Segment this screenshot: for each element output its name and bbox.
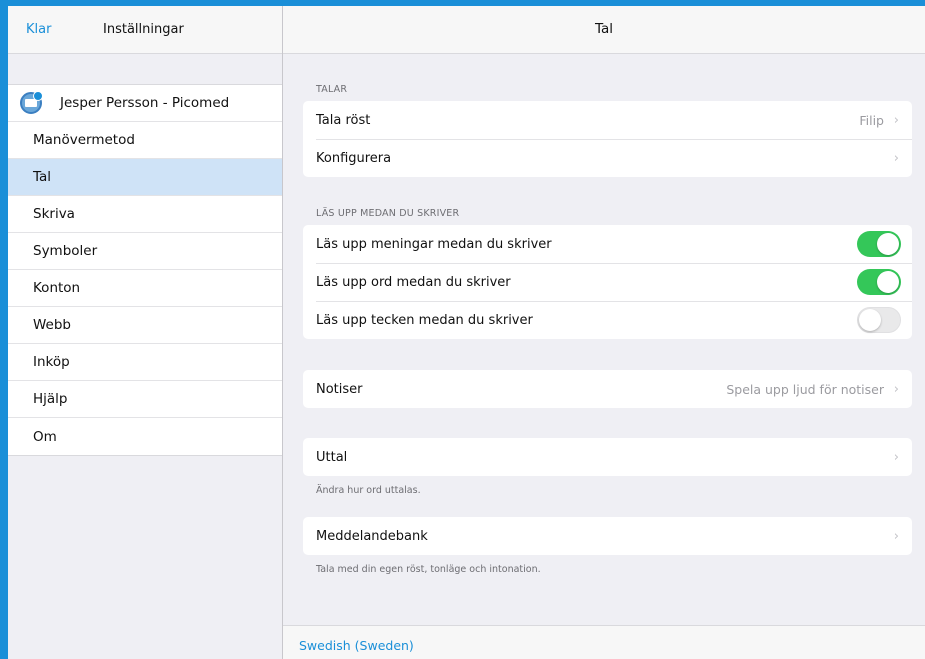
sidebar-item-label: Skriva: [33, 206, 75, 222]
toggle-knob: [877, 271, 899, 293]
sidebar-item-tal[interactable]: Tal: [8, 159, 282, 196]
sidebar-item-label: Tal: [33, 169, 52, 185]
voice-value: Filip: [859, 112, 884, 128]
sidebar-item-inkop[interactable]: Inköp: [8, 344, 282, 381]
chevron-right-icon: ›: [893, 112, 899, 128]
read-aloud-group: Läs upp meningar medan du skriver Läs up…: [303, 225, 912, 339]
sidebar-header: Klar Inställningar: [8, 6, 282, 54]
read-sentences-toggle[interactable]: [857, 231, 901, 257]
sidebar-item-om[interactable]: Om: [8, 418, 282, 455]
read-words-label: Läs upp ord medan du skriver: [316, 274, 511, 290]
settings-window: Klar Inställningar Jesper Persson - Pico…: [8, 6, 925, 659]
pronunciation-row[interactable]: Uttal ›: [303, 438, 912, 476]
notifications-value: Spela upp ljud för notiser: [726, 381, 884, 397]
chevron-right-icon: ›: [893, 150, 899, 166]
message-bank-row[interactable]: Meddelandebank ›: [303, 517, 912, 555]
pronunciation-group: Uttal ›: [303, 438, 912, 476]
sidebar-item-label: Inköp: [33, 354, 70, 370]
notifications-label: Notiser: [316, 381, 363, 397]
voice-label: Tala röst: [316, 112, 371, 128]
sidebar-item-webb[interactable]: Webb: [8, 307, 282, 344]
section-header-read-aloud: LÄS UPP MEDAN DU SKRIVER: [316, 208, 460, 219]
read-chars-label: Läs upp tecken medan du skriver: [316, 312, 533, 328]
account-name: Jesper Persson - Picomed: [60, 95, 230, 111]
message-bank-group: Meddelandebank ›: [303, 517, 912, 555]
detail-panel: Tal TALAR Tala röst Filip › Konfigurera …: [283, 6, 925, 659]
bottom-toolbar: Swedish (Sweden): [283, 625, 925, 659]
message-bank-label: Meddelandebank: [316, 528, 428, 544]
sidebar-item-skriva[interactable]: Skriva: [8, 196, 282, 233]
section-header-talar: TALAR: [316, 84, 348, 95]
read-words-row: Läs upp ord medan du skriver: [303, 263, 912, 301]
chevron-right-icon: ›: [893, 528, 899, 544]
chevron-right-icon: ›: [893, 449, 899, 465]
sidebar-item-symboler[interactable]: Symboler: [8, 233, 282, 270]
read-words-toggle[interactable]: [857, 269, 901, 295]
sidebar-item-label: Hjälp: [33, 391, 68, 407]
voice-row[interactable]: Tala röst Filip ›: [303, 101, 912, 139]
sidebar-item-label: Manövermetod: [33, 132, 135, 148]
message-bank-footnote: Tala med din egen röst, tonläge och into…: [316, 564, 541, 575]
talar-group: Tala röst Filip › Konfigurera ›: [303, 101, 912, 177]
notifications-row[interactable]: Notiser Spela upp ljud för notiser ›: [303, 370, 912, 408]
configure-label: Konfigurera: [316, 150, 392, 166]
configure-row[interactable]: Konfigurera ›: [303, 139, 912, 177]
sidebar-item-label: Konton: [33, 280, 81, 296]
pronunciation-footnote: Ändra hur ord uttalas.: [316, 485, 421, 496]
read-sentences-label: Läs upp meningar medan du skriver: [316, 236, 552, 252]
toggle-knob: [859, 309, 881, 331]
notifications-group: Notiser Spela upp ljud för notiser ›: [303, 370, 912, 408]
verified-badge-icon: [33, 91, 43, 101]
sidebar-list: Jesper Persson - Picomed Manövermetod Ta…: [8, 84, 282, 456]
sidebar-item-label: Webb: [33, 317, 72, 333]
done-button[interactable]: Klar: [26, 22, 51, 37]
sidebar-title: Inställningar: [103, 22, 184, 37]
sidebar-item-manovermetod[interactable]: Manövermetod: [8, 122, 282, 159]
language-link[interactable]: Swedish (Sweden): [299, 638, 414, 653]
sidebar-item-label: Om: [33, 428, 57, 445]
page-title: Tal: [283, 6, 925, 54]
read-sentences-row: Läs upp meningar medan du skriver: [303, 225, 912, 263]
sidebar-item-label: Symboler: [33, 243, 98, 259]
read-chars-row: Läs upp tecken medan du skriver: [303, 301, 912, 339]
pronunciation-label: Uttal: [316, 449, 348, 465]
read-chars-toggle[interactable]: [857, 307, 901, 333]
sidebar-item-hjalp[interactable]: Hjälp: [8, 381, 282, 418]
chevron-right-icon: ›: [893, 381, 899, 397]
sidebar: Klar Inställningar Jesper Persson - Pico…: [8, 6, 283, 659]
account-avatar-icon: [20, 91, 43, 114]
sidebar-item-account[interactable]: Jesper Persson - Picomed: [8, 85, 282, 122]
toggle-knob: [877, 233, 899, 255]
sidebar-item-konton[interactable]: Konton: [8, 270, 282, 307]
